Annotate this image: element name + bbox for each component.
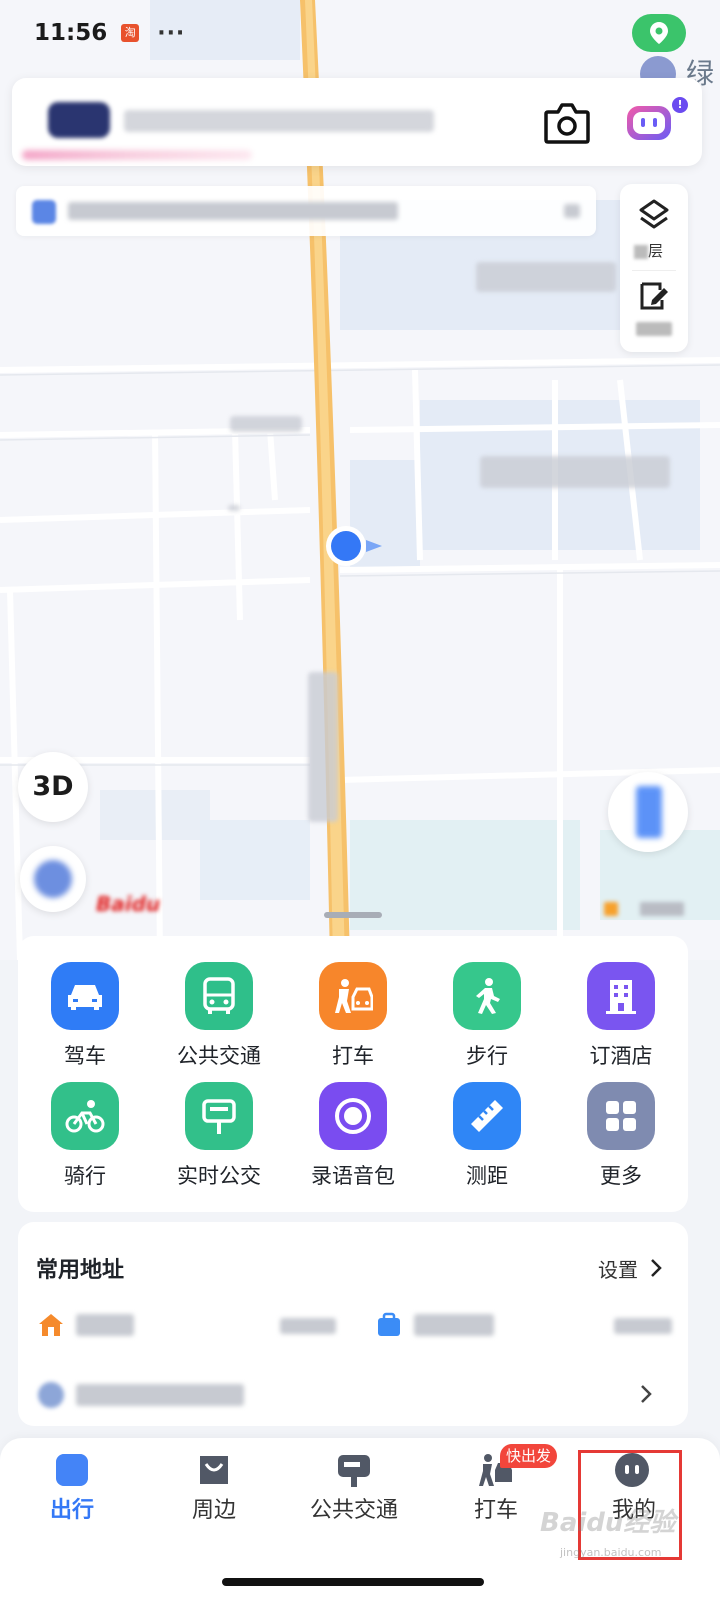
status-time: 11:56: [34, 20, 108, 46]
nav-transit[interactable]: 公共交通: [282, 1438, 426, 1538]
feedback-label: [636, 322, 672, 336]
route-button[interactable]: [608, 772, 688, 852]
frequent-addresses-panel: 常用地址 设置: [18, 1222, 688, 1426]
tool-label: 实时公交: [177, 1164, 261, 1188]
nav-label: 出行: [49, 1498, 94, 1523]
locate-icon: [34, 860, 72, 898]
camera-icon[interactable]: [544, 102, 590, 144]
nav-label: 周边: [191, 1498, 236, 1523]
addresses-settings-link[interactable]: 设置: [598, 1254, 638, 1283]
location-indicator: [632, 14, 686, 52]
blurred-char: [634, 244, 648, 259]
feedback-button[interactable]: [620, 272, 688, 352]
tool-hotel[interactable]: 订酒店: [554, 936, 688, 1068]
map-side-tools: 层: [620, 184, 688, 352]
tool-cycle[interactable]: 骑行: [18, 1056, 152, 1188]
layers-icon: [639, 199, 669, 229]
record-icon: [319, 1082, 387, 1150]
assistant-badge: !: [672, 97, 688, 113]
tool-drive[interactable]: 驾车: [18, 936, 152, 1068]
chevron-right-icon[interactable]: [650, 1258, 662, 1278]
tool-label: 录语音包: [311, 1164, 395, 1188]
tool-walk[interactable]: 步行: [420, 936, 554, 1068]
tool-more[interactable]: 更多: [554, 1056, 688, 1188]
tool-label: 测距: [466, 1164, 508, 1188]
taxi-promo-badge: 快出发: [500, 1444, 558, 1468]
search-decoration: [22, 150, 252, 160]
home-icon: [39, 1314, 63, 1336]
divider: [632, 270, 676, 271]
locate-button[interactable]: [20, 846, 86, 912]
transit-icon: [338, 1455, 370, 1487]
map-label: [476, 262, 616, 292]
bus-stop-icon: [185, 1082, 253, 1150]
edit-icon: [640, 282, 668, 310]
tool-label: 骑行: [64, 1164, 106, 1188]
taobao-notification-icon: 淘: [121, 24, 140, 42]
map-label: [230, 416, 302, 432]
map-label: [480, 456, 670, 488]
tool-taxi[interactable]: 打车: [286, 936, 420, 1068]
addresses-title: 常用地址: [36, 1258, 125, 1283]
work-icon: [378, 1312, 400, 1336]
suggestion-text: [76, 1384, 244, 1406]
nav-label: 公共交通: [309, 1498, 398, 1523]
notice-icon: [32, 200, 56, 224]
tool-transit[interactable]: 公共交通: [152, 936, 286, 1068]
quick-tools-panel: 驾车 公共交通 打车 步行 订酒店 骑行 实时公交 录语音包 测距 更多: [18, 936, 688, 1212]
status-more-icon: ···: [157, 20, 186, 46]
travel-icon: [56, 1454, 88, 1486]
watermark-url: jingyan.baidu.com: [560, 1546, 662, 1559]
chevron-right-icon[interactable]: [640, 1384, 652, 1404]
tool-label: 更多: [600, 1164, 642, 1188]
layers-label: 层: [634, 240, 663, 261]
weather-icon: [604, 902, 618, 916]
weather-text: [640, 902, 684, 916]
taxi-icon: [319, 962, 387, 1030]
tool-measure[interactable]: 测距: [420, 1056, 554, 1188]
work-address-eta: [614, 1318, 672, 1334]
hotel-icon: [587, 962, 655, 1030]
route-icon: [636, 786, 662, 838]
car-icon: [51, 962, 119, 1030]
tool-realtime-bus[interactable]: 实时公交: [152, 1056, 286, 1188]
user-avatar[interactable]: [48, 102, 110, 138]
suggestion-icon: [38, 1382, 64, 1408]
ai-assistant-icon[interactable]: [624, 98, 674, 148]
notice-bar[interactable]: [16, 186, 596, 236]
grid-icon: [587, 1082, 655, 1150]
work-address-label: [414, 1314, 494, 1336]
home-address-label: [76, 1314, 134, 1336]
nearby-icon: [200, 1456, 228, 1484]
3d-toggle-button[interactable]: 3D: [18, 752, 88, 822]
bike-icon: [51, 1082, 119, 1150]
layers-button[interactable]: 层: [620, 190, 688, 270]
road-label: [308, 672, 338, 822]
search-bar[interactable]: [12, 78, 702, 166]
profile-icon: [615, 1453, 649, 1487]
watermark: Baidu经验: [540, 1508, 676, 1538]
search-input[interactable]: [124, 110, 434, 132]
ruler-icon: [453, 1082, 521, 1150]
map-marker: [228, 505, 240, 511]
tool-voice-pack[interactable]: 录语音包: [286, 1056, 420, 1188]
nav-travel[interactable]: 出行: [0, 1438, 144, 1538]
home-indicator[interactable]: [222, 1578, 484, 1586]
location-pin-icon: [650, 22, 668, 44]
notice-close-icon[interactable]: [564, 204, 580, 218]
notice-text: [68, 202, 398, 220]
weather-widget[interactable]: [604, 898, 684, 920]
baidu-map-logo: Baidu: [96, 892, 161, 916]
nav-nearby[interactable]: 周边: [142, 1438, 286, 1538]
status-bar: 11:56 淘 ···: [0, 0, 720, 66]
panel-drag-handle[interactable]: [324, 912, 382, 918]
home-address-eta: [280, 1318, 336, 1334]
walk-icon: [453, 962, 521, 1030]
bus-icon: [185, 962, 253, 1030]
